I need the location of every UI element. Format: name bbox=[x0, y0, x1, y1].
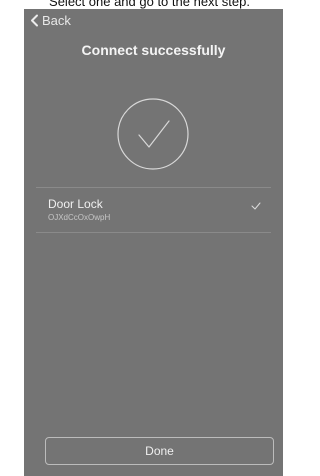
instruction-caption: Select one and go to the next step. bbox=[49, 0, 250, 9]
check-circle-icon bbox=[117, 98, 189, 170]
app-screen: Back Connect successfully Door Lock OJXd… bbox=[24, 9, 283, 476]
check-icon bbox=[251, 202, 261, 210]
chevron-left-icon bbox=[31, 14, 38, 27]
divider bbox=[36, 187, 271, 188]
device-id: OJXdCcOxOwpH bbox=[48, 213, 111, 222]
divider bbox=[36, 232, 271, 233]
device-name: Door Lock bbox=[48, 197, 103, 211]
device-list-item[interactable]: Door Lock OJXdCcOxOwpH bbox=[36, 189, 271, 231]
back-label: Back bbox=[42, 13, 71, 28]
done-button[interactable]: Done bbox=[45, 437, 274, 465]
page-title: Connect successfully bbox=[81, 42, 226, 58]
back-button[interactable]: Back bbox=[30, 13, 71, 28]
